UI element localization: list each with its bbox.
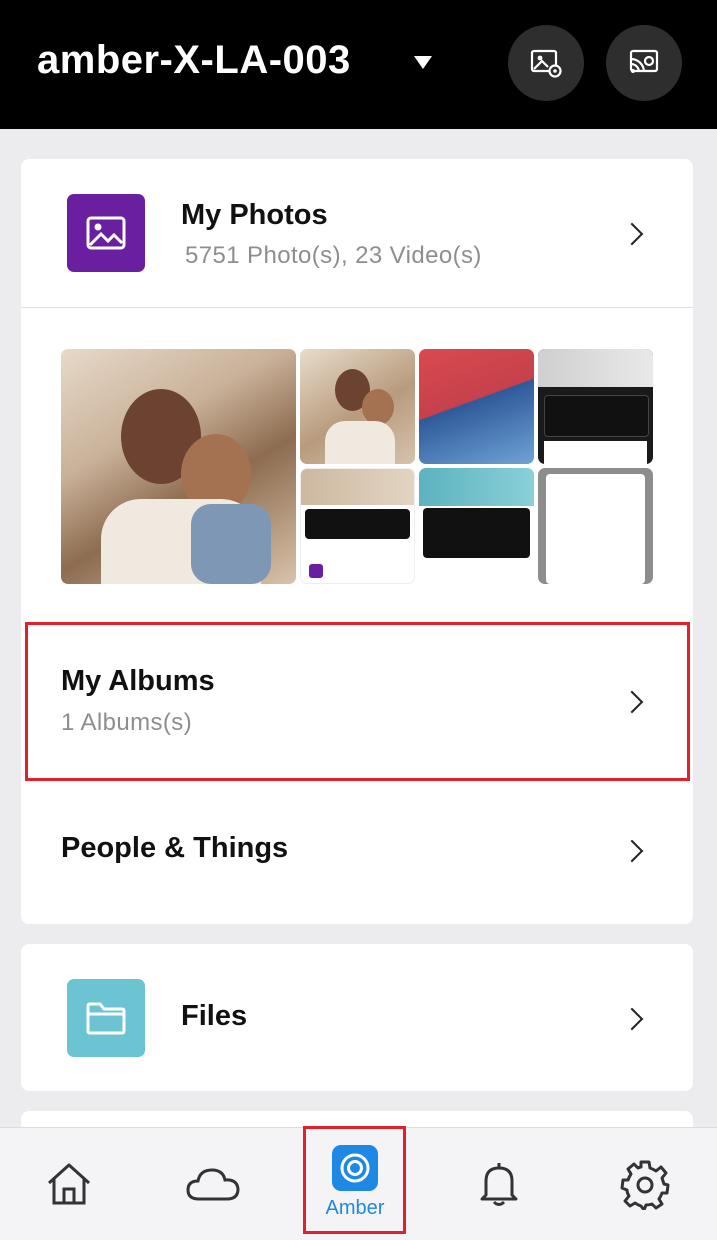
photo-thumbnail[interactable] (300, 349, 415, 464)
photo-thumbnail[interactable] (61, 349, 296, 584)
my-photos-row[interactable]: My Photos 5751 Photo(s), 23 Video(s) (21, 159, 693, 307)
highlight-box-amber (303, 1126, 406, 1234)
caret-down-icon[interactable] (414, 56, 432, 69)
photo-grid (61, 349, 653, 584)
cast-button[interactable] (606, 25, 682, 101)
nav-settings[interactable] (576, 1128, 714, 1240)
photo-thumbnail[interactable] (538, 349, 653, 464)
device-name[interactable]: amber-X-LA-003 (37, 38, 387, 83)
photo-thumbnail[interactable] (419, 349, 534, 464)
people-things-title: People & Things (61, 832, 289, 864)
folder-icon (67, 979, 145, 1057)
bell-icon (480, 1163, 518, 1206)
chevron-right-icon (620, 1007, 644, 1031)
chevron-right-icon (620, 839, 644, 863)
photo-settings-button[interactable] (508, 25, 584, 101)
cloud-icon (186, 1168, 240, 1201)
highlight-box-albums (25, 622, 690, 781)
nav-cloud[interactable] (144, 1128, 282, 1240)
nav-notifications[interactable] (430, 1128, 568, 1240)
top-bar: amber-X-LA-003 (0, 0, 717, 129)
my-photos-title: My Photos (181, 199, 328, 231)
files-card[interactable]: Files (21, 944, 693, 1091)
photo-thumbnail[interactable] (300, 468, 415, 584)
people-things-row[interactable]: People & Things (21, 780, 693, 920)
home-icon (47, 1163, 91, 1205)
gear-icon (620, 1160, 670, 1210)
photo-settings-icon (530, 49, 562, 78)
divider (21, 307, 693, 308)
files-title: Files (181, 1000, 248, 1032)
photo-thumbnail[interactable] (538, 468, 653, 584)
photos-card: My Photos 5751 Photo(s), 23 Video(s) My … (21, 159, 693, 924)
nav-home[interactable] (0, 1128, 138, 1240)
photo-thumbnail[interactable] (419, 468, 534, 584)
image-icon (67, 194, 145, 272)
chevron-right-icon (620, 222, 644, 246)
my-photos-subtitle: 5751 Photo(s), 23 Video(s) (185, 242, 482, 269)
cast-icon (629, 49, 659, 73)
